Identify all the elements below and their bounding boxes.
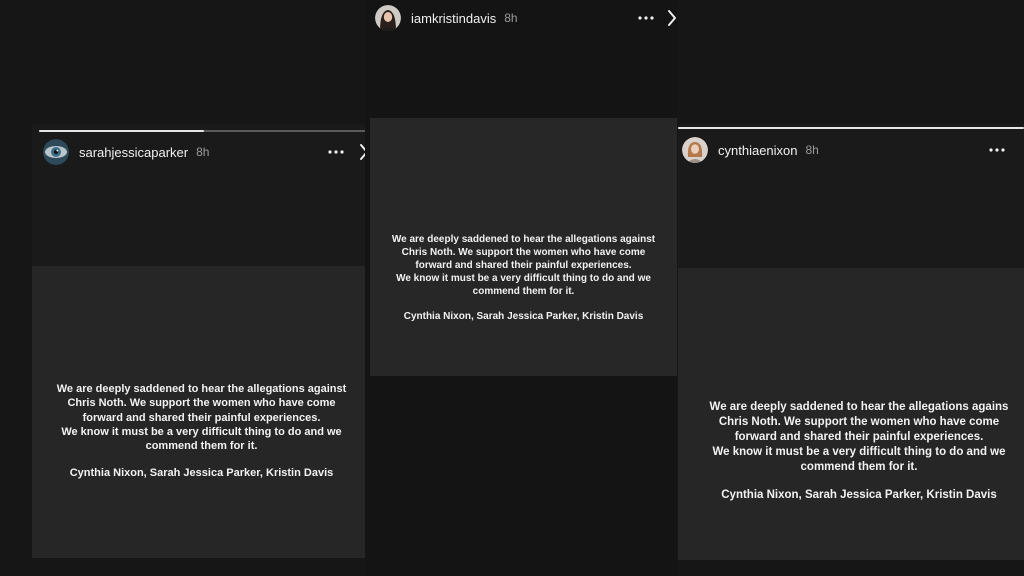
message-line: forward and shared their painful experie…	[415, 260, 632, 271]
story-panel-cynthiaenixon: cynthiaenixon 8h We are deeply saddened …	[678, 124, 1024, 560]
story-header: cynthiaenixon 8h	[682, 136, 819, 164]
message-line: We know it must be a very difficult thin…	[712, 445, 1006, 458]
story-progress-fill	[678, 127, 1024, 129]
story-header: iamkristindavis 8h	[375, 4, 518, 32]
message-line: forward and shared their painful experie…	[734, 430, 984, 443]
story-panel-iamkristindavis: iamkristindavis 8h We are deeply saddene…	[365, 0, 677, 576]
story-message: We are deeply saddened to hear the alleg…	[370, 233, 677, 323]
more-horizontal-icon[interactable]	[324, 142, 348, 162]
story-progress-bar	[39, 130, 369, 132]
post-time: 8h	[504, 11, 518, 25]
post-time: 8h	[805, 143, 819, 157]
story-header: sarahjessicaparker 8h	[43, 138, 209, 166]
more-horizontal-icon[interactable]	[985, 140, 1009, 160]
post-time: 8h	[196, 145, 210, 159]
message-line: commend them for it.	[145, 440, 258, 453]
message-line: We are deeply saddened to hear the alleg…	[391, 234, 656, 245]
message-line: We know it must be a very difficult thin…	[396, 273, 651, 284]
more-horizontal-icon[interactable]	[634, 8, 658, 28]
message-signature: Cynthia Nixon, Sarah Jessica Parker, Kri…	[721, 488, 997, 501]
story-message-box: We are deeply saddened to hear the alleg…	[32, 266, 371, 558]
story-message: We are deeply saddened to hear the alleg…	[682, 400, 1024, 503]
eye-avatar[interactable]	[43, 139, 69, 165]
message-line: We know it must be a very difficult thin…	[61, 425, 342, 438]
story-panel-sarahjessicaparker: sarahjessicaparker 8h We are deeply sadd…	[32, 124, 371, 558]
username[interactable]: sarahjessicaparker	[79, 145, 188, 160]
message-signature: Cynthia Nixon, Sarah Jessica Parker, Kri…	[403, 310, 644, 322]
message-line: commend them for it.	[472, 286, 575, 297]
story-progress-bar	[678, 127, 1024, 129]
message-line: We are deeply saddened to hear the alleg…	[56, 383, 347, 395]
chevron-right-icon[interactable]	[665, 6, 677, 30]
message-line: forward and shared their painful experie…	[82, 411, 321, 424]
username[interactable]: iamkristindavis	[411, 11, 496, 26]
portrait-avatar[interactable]	[682, 137, 708, 163]
story-message-box: We are deeply saddened to hear the alleg…	[678, 268, 1024, 560]
message-line: Chris Noth. We support the women who hav…	[718, 415, 1000, 428]
portrait-avatar[interactable]	[375, 5, 401, 31]
message-line: Chris Noth. We support the women who hav…	[67, 397, 336, 410]
story-progress-fill	[39, 130, 204, 132]
message-signature: Cynthia Nixon, Sarah Jessica Parker, Kri…	[69, 467, 334, 480]
story-message: We are deeply saddened to hear the alleg…	[32, 382, 371, 480]
message-line: Chris Noth. We support the women who hav…	[401, 247, 646, 258]
story-message-box: We are deeply saddened to hear the alleg…	[370, 118, 677, 376]
message-line: We are deeply saddened to hear the alleg…	[709, 401, 1009, 413]
username[interactable]: cynthiaenixon	[718, 143, 798, 158]
message-line: commend them for it.	[800, 460, 918, 473]
